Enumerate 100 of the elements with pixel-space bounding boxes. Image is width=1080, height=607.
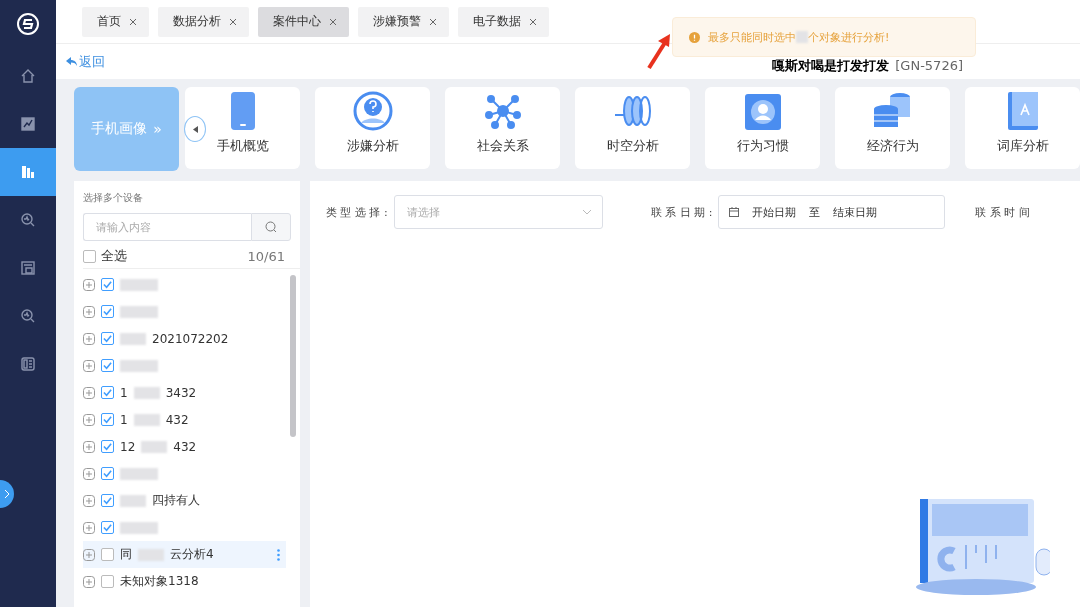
expand-icon (83, 305, 95, 318)
device-item[interactable]: 2021072202 (83, 325, 286, 352)
close-icon (129, 17, 137, 26)
book-icon (1006, 91, 1039, 131)
scrollbar-thumb[interactable] (290, 275, 296, 437)
tab[interactable]: 涉嫌预警 (358, 6, 449, 37)
checkbox[interactable] (101, 332, 114, 345)
question-person-icon (352, 91, 393, 131)
filter-label: 类 型 选 择 : (326, 204, 388, 220)
checkbox[interactable] (101, 521, 114, 534)
caret-left-icon (192, 125, 198, 133)
case-code: [GN-5726] (895, 57, 963, 73)
panel-icon (20, 356, 36, 372)
checkbox[interactable] (101, 305, 114, 318)
expand-icon (83, 413, 95, 426)
chevron-text: » (153, 121, 162, 137)
checkbox[interactable] (101, 494, 114, 507)
device-item[interactable]: 1 432 (83, 406, 286, 433)
magnifier-icon (20, 212, 36, 228)
module-card[interactable]: 经济行为 (835, 87, 950, 169)
calendar-icon (729, 207, 740, 217)
module-card[interactable]: 社会关系 (445, 87, 560, 169)
back-link[interactable]: 返回 (66, 52, 105, 71)
start-date-placeholder: 开始日期 (752, 204, 797, 220)
search-button[interactable] (251, 213, 291, 241)
checkbox[interactable] (101, 467, 114, 480)
tab[interactable]: 数据分析 (158, 6, 249, 37)
tab[interactable]: 案件中心 (258, 6, 349, 37)
device-name: 3432 (165, 385, 197, 400)
redacted-blur (796, 31, 808, 43)
device-item[interactable]: 四持有人 (83, 487, 286, 514)
building-icon (20, 164, 36, 180)
selection-count: 10/61 (247, 248, 285, 264)
redacted-blur (120, 278, 158, 291)
expand-icon (83, 332, 95, 345)
filter-label: 联 系 时 间 (975, 204, 1030, 220)
checkbox[interactable] (101, 386, 114, 399)
redacted-blur (138, 548, 164, 561)
checkbox[interactable] (101, 575, 114, 588)
pointer-arrow-icon (646, 32, 672, 70)
case-title: 嘎斯对喝是打发打发 (772, 56, 890, 75)
logo-icon (16, 12, 40, 36)
checkbox[interactable] (101, 548, 114, 561)
device-item[interactable]: 同 云分析4 (83, 541, 286, 568)
toast-text: 个对象进行分析! (808, 29, 890, 45)
redacted-blur (120, 521, 158, 534)
expand-icon (83, 440, 95, 453)
close-icon (329, 17, 337, 26)
device-name: 未知对象1318 (120, 573, 199, 590)
profile-label: 手机画像 (91, 120, 148, 138)
warning-icon (689, 31, 700, 43)
expand-icon (83, 521, 95, 534)
close-icon (229, 17, 237, 26)
redacted-blur (133, 413, 160, 426)
date-separator: 至 (809, 204, 821, 220)
toast-text: 最多只能同时选中 (708, 29, 796, 45)
more-icon[interactable] (277, 548, 280, 561)
module-card[interactable]: 行为习惯 (705, 87, 820, 169)
checkbox[interactable] (101, 359, 114, 372)
select-all-checkbox[interactable]: 全选 (83, 247, 127, 265)
device-item[interactable]: 未知对象1318 (83, 568, 286, 595)
date-range-field[interactable]: 开始日期 至 结束日期 (718, 195, 946, 229)
device-name: 432 (173, 439, 197, 454)
redacted-blur (133, 386, 160, 399)
device-name: 432 (165, 412, 189, 427)
end-date-placeholder: 结束日期 (833, 204, 878, 220)
module-card[interactable]: 词库分析 (965, 87, 1080, 169)
expand-icon (83, 386, 95, 399)
document-icon (20, 260, 36, 276)
module-card[interactable]: 时空分析 (575, 87, 690, 169)
home-icon (20, 68, 36, 84)
module-card[interactable]: 涉嫌分析 (315, 87, 430, 169)
back-arrow-icon (66, 57, 77, 66)
phone-icon (229, 91, 256, 131)
previous-button[interactable] (184, 116, 206, 142)
device-name: 同 (120, 546, 132, 563)
chevron-right-icon (4, 489, 10, 499)
device-item[interactable]: 1 3432 (83, 379, 286, 406)
sidebar-button[interactable] (0, 148, 56, 196)
expand-icon (83, 575, 95, 588)
checkbox[interactable] (101, 413, 114, 426)
redacted-blur (120, 305, 158, 318)
device-name: 12 (120, 439, 136, 454)
chart-icon (20, 116, 36, 132)
tab[interactable]: 首页 (82, 6, 149, 37)
expand-button[interactable] (0, 480, 14, 508)
tab[interactable]: 电子数据 (458, 6, 549, 37)
checkbox[interactable] (101, 278, 114, 291)
expand-icon (83, 548, 95, 561)
expand-icon (83, 467, 95, 480)
device-name: 1 (120, 412, 128, 427)
checkbox[interactable] (101, 440, 114, 453)
panel-title: 选择多个设备 (83, 191, 144, 205)
person-icon (743, 93, 782, 131)
device-item[interactable]: 12 432 (83, 433, 286, 460)
checkbox[interactable] (83, 249, 96, 263)
search-field[interactable]: 请输入内容 (83, 213, 251, 241)
device-name: 云分析4 (170, 546, 214, 563)
expand-icon (83, 278, 95, 291)
module-card[interactable]: 手机概览 (185, 87, 300, 169)
